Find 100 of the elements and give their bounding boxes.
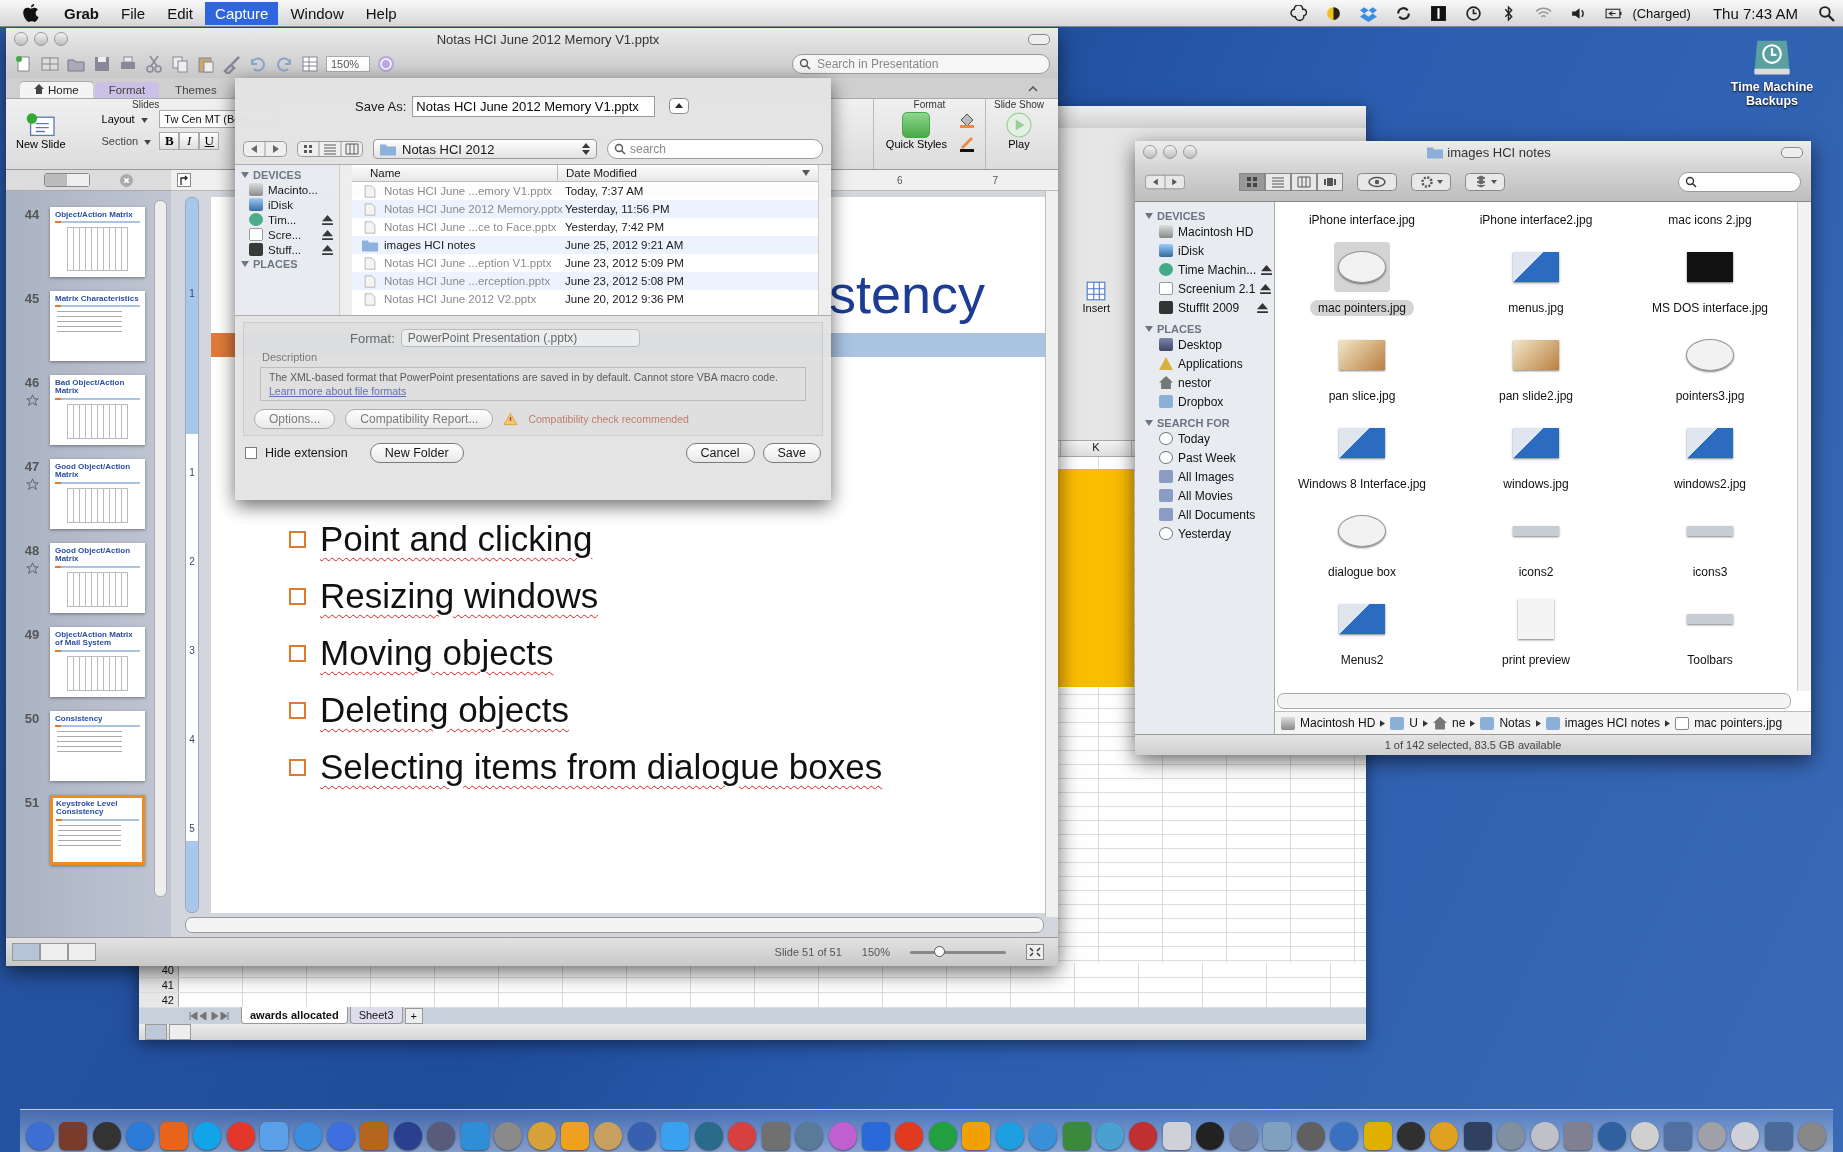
column-view-button[interactable] [1291, 173, 1317, 191]
cloud-outline-icon[interactable] [1290, 4, 1308, 22]
moon-icon[interactable] [1325, 4, 1343, 22]
file-name[interactable]: Toolbars [1679, 652, 1741, 668]
sidebar-item[interactable]: Stuff... [268, 243, 317, 256]
slide-thumbnail[interactable]: Bad Object/Action Matrix [50, 375, 145, 445]
photo-placeholder[interactable] [1339, 340, 1385, 370]
eject-icon[interactable] [322, 214, 333, 225]
checkbox-label[interactable]: Hide extension [265, 446, 348, 460]
brush-icon[interactable] [222, 54, 242, 74]
checkbox[interactable] [245, 447, 257, 459]
file-name[interactable]: Notas HCI June 2012 V2.pptx [384, 293, 537, 305]
format-popup[interactable]: PowerPoint Presentation (.pptx) [400, 329, 640, 347]
path-item[interactable]: images HCI notes [1564, 716, 1661, 730]
sheet-tab[interactable]: awards allocated [241, 1007, 348, 1024]
play-button[interactable]: Play [1002, 110, 1036, 152]
minimize-button[interactable] [34, 32, 48, 46]
save-icon[interactable] [92, 54, 112, 74]
sidebar-item[interactable]: Desktop [1178, 337, 1274, 352]
strip-thumbnail[interactable] [1513, 526, 1559, 536]
sidebar-item[interactable]: Past Week [1178, 450, 1274, 465]
font-style-button[interactable]: U [199, 132, 220, 150]
search-field[interactable] [1678, 172, 1801, 192]
menu-item[interactable]: Capture [205, 1, 279, 25]
back-forward-buttons[interactable] [243, 141, 287, 157]
learn-more-link[interactable]: Learn more about file formats [269, 385, 407, 397]
slide-thumbnail[interactable]: Matrix Characteristics [50, 291, 145, 361]
disclosure-triangle-icon[interactable] [1145, 419, 1153, 427]
file-name[interactable]: MS DOS interface.jpg [1643, 300, 1776, 316]
app-icon[interactable] [92, 1122, 121, 1150]
clock[interactable]: Thu 7:43 AM [1712, 4, 1798, 22]
app-icon[interactable] [393, 1122, 422, 1150]
zoom-button[interactable] [1183, 145, 1197, 159]
section-button[interactable]: Section [75, 132, 154, 150]
slide-thumbnail[interactable]: Good Object/Action Matrix [50, 459, 145, 529]
new-slide-button[interactable]: New Slide [12, 110, 70, 152]
view-mode-buttons[interactable] [297, 141, 363, 157]
file-name[interactable]: Notas HCI June ...emory V1.pptx [384, 185, 553, 197]
file-name[interactable]: mac pointers.jpg [1309, 300, 1414, 316]
eject-icon[interactable] [1260, 283, 1272, 294]
eject-icon[interactable] [1257, 302, 1268, 313]
file-name[interactable]: Windows 8 Interface.jpg [1289, 476, 1435, 492]
close-button[interactable] [1143, 145, 1157, 159]
cover-flow-button[interactable] [1317, 173, 1343, 191]
sidebar-item[interactable]: nestor [1178, 375, 1274, 390]
toolbar-toggle-button[interactable] [1781, 146, 1803, 158]
compatibility-report-button[interactable]: Compatibility Report... [345, 409, 494, 429]
fit-window-button[interactable] [1026, 944, 1044, 960]
sidebar-item[interactable]: Yesterday [1178, 526, 1274, 541]
sidebar-item[interactable]: Applications [1178, 356, 1274, 371]
menu-item[interactable]: Grab [54, 1, 109, 25]
quick-look-button[interactable] [1357, 173, 1397, 191]
search-field[interactable]: search [607, 139, 823, 159]
eject-icon[interactable] [1261, 264, 1273, 275]
app-icon[interactable] [1196, 1122, 1225, 1150]
save-button[interactable]: Save [762, 443, 821, 463]
layout-button[interactable]: Layout [75, 110, 154, 128]
sheet-tab[interactable]: Sheet3 [349, 1007, 403, 1024]
new-folder-button[interactable]: New Folder [369, 443, 464, 463]
strip-thumbnail[interactable] [1687, 614, 1733, 624]
app-icon[interactable] [1463, 1122, 1492, 1150]
sidebar-item[interactable]: iDisk [268, 198, 339, 211]
file-name[interactable]: icons2 [1510, 564, 1562, 580]
scroll-bar[interactable] [185, 917, 1044, 933]
disclosure-triangle-icon[interactable] [241, 260, 249, 268]
file-name[interactable]: Notas HCI June ...eption V1.pptx [384, 257, 552, 269]
slide-thumbnail[interactable]: Good Object/Action Matrix [50, 543, 145, 613]
folder-popup[interactable]: Notas HCI 2012 [373, 139, 597, 159]
icon-view-button[interactable] [1239, 173, 1265, 191]
view-buttons[interactable] [12, 943, 96, 961]
sidebar-item[interactable]: Screenium 2.1 [1178, 281, 1256, 296]
disclosure-triangle-icon[interactable] [241, 171, 249, 179]
slide-thumbnail[interactable]: Consistency [50, 711, 145, 781]
path-item[interactable]: Macintosh HD [1300, 716, 1376, 730]
add-sheet-button[interactable]: + [404, 1008, 423, 1024]
page-layout-button[interactable] [169, 1024, 191, 1040]
sidebar-item[interactable]: Macinto... [268, 183, 339, 196]
sidebar-item[interactable]: Time Machin... [1178, 262, 1257, 277]
photo-placeholder[interactable] [1513, 340, 1559, 370]
file-row[interactable]: Notas HCI June ...erception.pptx June 23, 2012 5:08 PM [352, 272, 818, 290]
file-name[interactable]: icons3 [1684, 564, 1736, 580]
sidebar-item[interactable]: Macintosh HD [1178, 224, 1274, 239]
gallery-icon[interactable] [40, 54, 60, 74]
file-name[interactable]: print preview [1494, 652, 1578, 668]
paste-icon[interactable] [196, 54, 216, 74]
sync-icon[interactable] [1395, 4, 1413, 22]
eject-icon[interactable] [322, 244, 333, 255]
sidebar-item[interactable]: All Movies [1178, 488, 1274, 503]
sidebar-item[interactable]: StuffIt 2009 [1178, 300, 1252, 315]
clock-icon[interactable] [1465, 4, 1483, 22]
ribbon-tab[interactable]: Format [94, 82, 160, 98]
column-header[interactable]: Name [352, 165, 558, 181]
scroll-bar[interactable] [154, 200, 167, 897]
help-icon[interactable] [376, 54, 397, 74]
menu-item[interactable]: File [111, 1, 156, 25]
disclosure-triangle-icon[interactable] [1145, 325, 1153, 333]
quick-styles-button[interactable]: Quick Styles [881, 110, 951, 152]
search-icon[interactable] [1818, 4, 1835, 22]
scroll-bar[interactable] [1797, 202, 1811, 691]
scroll-bar[interactable] [818, 165, 831, 315]
